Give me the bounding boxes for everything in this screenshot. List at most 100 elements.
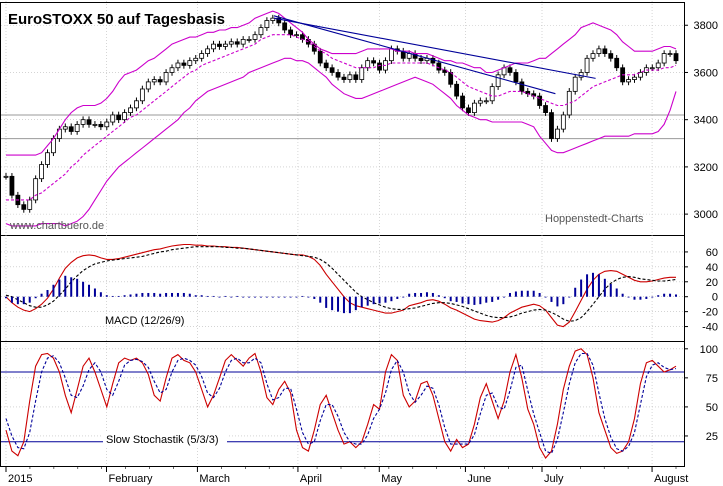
price-kurs-candle: [483, 100, 489, 103]
macd-histogramm-bar: [265, 296, 268, 298]
price-kurs-candle: [584, 57, 590, 73]
price-kurs-candle: [68, 126, 74, 132]
x-tick-label: 2015: [8, 473, 32, 485]
price-kurs-candle: [626, 79, 631, 83]
macd-histogramm-bar: [313, 296, 316, 299]
price-kurs-candle: [371, 60, 377, 64]
macd-histogramm-bar: [491, 296, 494, 302]
macd-histogramm-bar: [657, 295, 660, 297]
macd-histogramm-bar: [200, 295, 203, 297]
price-kurs-candle: [205, 48, 210, 54]
chart-title: EuroSTOXX 50 auf Tagesbasis: [8, 11, 225, 28]
macd-histogramm-bar: [171, 292, 174, 297]
macd-histogramm-bar: [556, 296, 559, 307]
price-kurs-candle: [365, 60, 371, 69]
x-tick-label: February: [109, 473, 154, 485]
macd-histogramm-bar: [420, 292, 423, 297]
macd-histogramm-bar: [485, 296, 488, 303]
price-kurs-candle: [377, 62, 382, 71]
price-kurs-candle: [655, 62, 661, 69]
price-kurs-candle: [175, 62, 181, 69]
macd-histogramm-bar: [76, 278, 79, 297]
price-kurs-candle: [388, 48, 394, 62]
macd-histogramm-bar: [396, 296, 399, 299]
macd-histogramm-bar: [603, 278, 606, 297]
macd-histogramm-bar: [129, 294, 132, 297]
price-kurs-candle: [246, 39, 252, 41]
price-kurs-candle: [317, 50, 323, 64]
price-kurs-candle: [86, 119, 92, 125]
macd-histogramm-bar: [461, 296, 464, 304]
y-tick-label-price: 3400: [694, 115, 718, 127]
macd-histogramm-bar: [479, 296, 482, 305]
price-kurs-candle: [27, 199, 33, 210]
y-tick-label-stochastic: 75: [706, 373, 718, 385]
price-kurs-candle: [649, 67, 655, 70]
price-kurs-candle: [549, 112, 554, 139]
macd-histogramm-bar: [206, 295, 209, 297]
price-kurs-candle: [264, 20, 270, 29]
price-kurs-candle: [460, 95, 465, 109]
macd-histogramm-bar: [467, 296, 470, 305]
macd-histogramm-bar: [10, 296, 13, 303]
macd-histogramm-bar: [307, 296, 310, 298]
macd-histogramm-bar: [165, 292, 168, 297]
macd-histogramm-bar: [16, 296, 19, 305]
macd-histogramm-bar: [188, 293, 191, 297]
macd-histogramm-bar: [277, 296, 280, 298]
price-kurs-candle: [454, 83, 460, 97]
price-kurs-candle: [128, 107, 133, 113]
macd-histogramm-bar: [526, 290, 529, 297]
price-kurs-candle: [116, 114, 122, 121]
macd-histogramm-bar: [384, 296, 387, 303]
price-kurs-candle: [341, 76, 347, 80]
price-kurs-candle: [347, 74, 353, 80]
price-kurs-candle: [39, 164, 44, 180]
price-kurs-candle: [92, 124, 98, 126]
macd-histogramm-bar: [342, 296, 345, 314]
macd-histogramm-bar: [372, 296, 375, 305]
macd-histogramm-bar: [194, 295, 197, 297]
macd-histogramm-bar: [105, 295, 108, 297]
macd-histogramm-bar: [544, 296, 547, 298]
macd-histogramm-bar: [580, 279, 583, 297]
macd-histogramm-bar: [574, 287, 577, 297]
price-kurs-candle: [74, 124, 80, 132]
price-kurs-candle: [614, 57, 620, 69]
y-tick-label-macd: -40: [702, 322, 718, 334]
macd-histogramm-bar: [591, 272, 594, 297]
macd-histogramm-bar: [93, 288, 96, 297]
macd-histogramm-bar: [532, 290, 535, 297]
y-tick-label-macd: 20: [706, 277, 718, 289]
price-kurs-candle: [418, 57, 424, 62]
y-tick-label-price: 3200: [694, 162, 718, 174]
macd-histogramm-bar: [34, 296, 37, 299]
price-kurs-candle: [110, 114, 116, 123]
macd-histogramm-bar: [117, 295, 120, 297]
stochastic-label: Slow Stochastik (5/3/3): [106, 434, 219, 446]
macd-histogramm-bar: [609, 284, 612, 297]
price-kurs-candle: [163, 72, 169, 83]
macd-histogramm-bar: [111, 295, 114, 297]
price-kurs-candle: [139, 88, 145, 102]
macd-histogramm-bar: [40, 293, 43, 297]
price-kurs-candle: [335, 72, 341, 78]
macd-histogramm-bar: [242, 296, 245, 298]
macd-histogramm-bar: [254, 296, 257, 298]
macd-histogramm-bar: [437, 295, 440, 297]
macd-histogramm-bar: [147, 292, 150, 297]
macd-histogramm-bar: [663, 293, 666, 297]
price-kurs-candle: [258, 27, 264, 36]
price-kurs-candle: [122, 112, 127, 121]
macd-histogramm-bar: [248, 296, 251, 298]
macd-histogramm-bar: [615, 288, 618, 297]
price-kurs-candle: [519, 81, 525, 92]
price-kurs-candle: [98, 124, 104, 128]
price-kurs-candle: [252, 34, 258, 40]
price-kurs-candle: [489, 86, 495, 102]
price-kurs-candle: [495, 74, 501, 88]
macd-histogramm-bar: [568, 296, 571, 298]
macd-histogramm-bar: [443, 296, 446, 299]
macd-histogramm-bar: [366, 296, 369, 306]
macd-histogramm-bar: [597, 274, 600, 297]
